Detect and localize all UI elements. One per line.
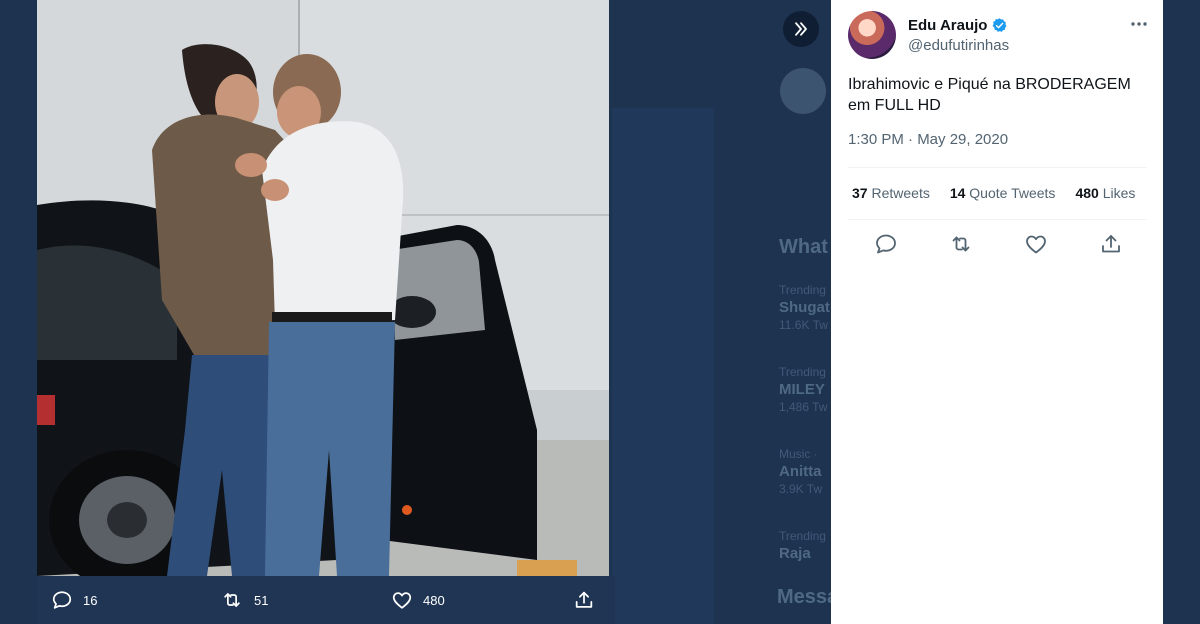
retweet-icon[interactable] [949, 232, 973, 256]
media-like-count: 480 [423, 592, 445, 608]
retweets-label: Retweets [871, 185, 930, 201]
tweet-stats: 37 Retweets 14 Quote Tweets 480 Likes [852, 185, 1155, 201]
trend-count: 1,486 Tw [779, 400, 828, 414]
retweets-stat[interactable]: 37 Retweets [852, 185, 930, 201]
quote-tweets-stat[interactable]: 14 Quote Tweets [950, 185, 1056, 201]
media-reply-button[interactable]: 16 [51, 576, 97, 624]
media-share-button[interactable] [573, 576, 595, 624]
background-trend-item: Music · Anitta 3.9K Tw [779, 447, 822, 496]
trend-context: Trending [779, 283, 826, 297]
share-icon [575, 591, 593, 608]
background-avatar [780, 68, 826, 114]
trend-context: Trending [779, 529, 826, 543]
tweet-text: Ibrahimovic e Piqué na BRODERAGEM em FUL… [848, 74, 1153, 116]
like-icon[interactable] [1024, 232, 1048, 256]
trend-name: Anitta [779, 463, 822, 480]
author-name[interactable]: Edu Araujo [908, 17, 987, 34]
tweet-author: Edu Araujo @edufutirinhas [848, 11, 1009, 59]
background-feed-column [612, 108, 714, 624]
expand-chevrons-icon [795, 22, 807, 36]
tweet-timestamp[interactable]: 1:30 PM · May 29, 2020 [848, 131, 1008, 148]
background-trend-item: Trending Raja [779, 529, 826, 562]
right-gutter [1163, 0, 1200, 624]
background-messages-label: Messa [777, 586, 839, 608]
media-like-button[interactable]: 480 [391, 576, 445, 624]
expand-panel-button[interactable] [783, 11, 819, 47]
background-sidebar-heading: What [779, 236, 828, 258]
trend-name: Raja [779, 545, 811, 562]
reply-icon[interactable] [874, 232, 898, 256]
trend-name: Shugat [779, 299, 830, 316]
divider [848, 167, 1147, 168]
media-retweet-count: 51 [254, 592, 269, 608]
divider [848, 219, 1147, 220]
avatar[interactable] [848, 11, 896, 59]
background-trend-item: Trending MILEY 1,486 Tw [779, 365, 827, 414]
background-trend-item: Trending Shugat 11.6K Tw [779, 283, 830, 332]
trend-count: 11.6K Tw [779, 318, 828, 332]
likes-label: Likes [1102, 185, 1136, 201]
trend-context: Trending [779, 365, 826, 379]
media-reply-count: 16 [83, 592, 98, 608]
retweets-count: 37 [852, 185, 868, 201]
author-name-row: Edu Araujo [908, 17, 1009, 34]
quote-tweets-label: Quote Tweets [969, 185, 1056, 201]
tweet-text-line: em FULL HD [848, 97, 941, 114]
tweet-action-bar [848, 226, 1147, 262]
media-retweet-button[interactable]: 51 [220, 576, 268, 624]
tweet-photo[interactable] [37, 0, 609, 576]
like-icon [392, 592, 412, 609]
likes-count: 480 [1075, 185, 1099, 201]
trend-count: 3.9K Tw [779, 482, 823, 496]
trend-name: MILEY [779, 381, 825, 398]
photo-illustration [37, 0, 609, 576]
tweet-text-line: Ibrahimovic e Piqué na BRODERAGEM [848, 76, 1131, 93]
trend-context: Music · [779, 447, 818, 461]
retweet-icon [224, 593, 240, 607]
more-icon[interactable] [1129, 14, 1149, 34]
verified-icon [993, 17, 1007, 32]
reply-icon [52, 591, 72, 609]
share-icon[interactable] [1099, 232, 1123, 256]
author-info: Edu Araujo @edufutirinhas [908, 17, 1009, 54]
quote-tweets-count: 14 [949, 185, 966, 201]
likes-stat[interactable]: 480 Likes [1075, 185, 1135, 201]
media-action-bar: 16 51 480 [37, 576, 615, 624]
author-handle[interactable]: @edufutirinhas [908, 37, 1009, 54]
tweet-detail-panel: Edu Araujo @edufutirinhas Ibrahimovic e … [831, 0, 1163, 624]
